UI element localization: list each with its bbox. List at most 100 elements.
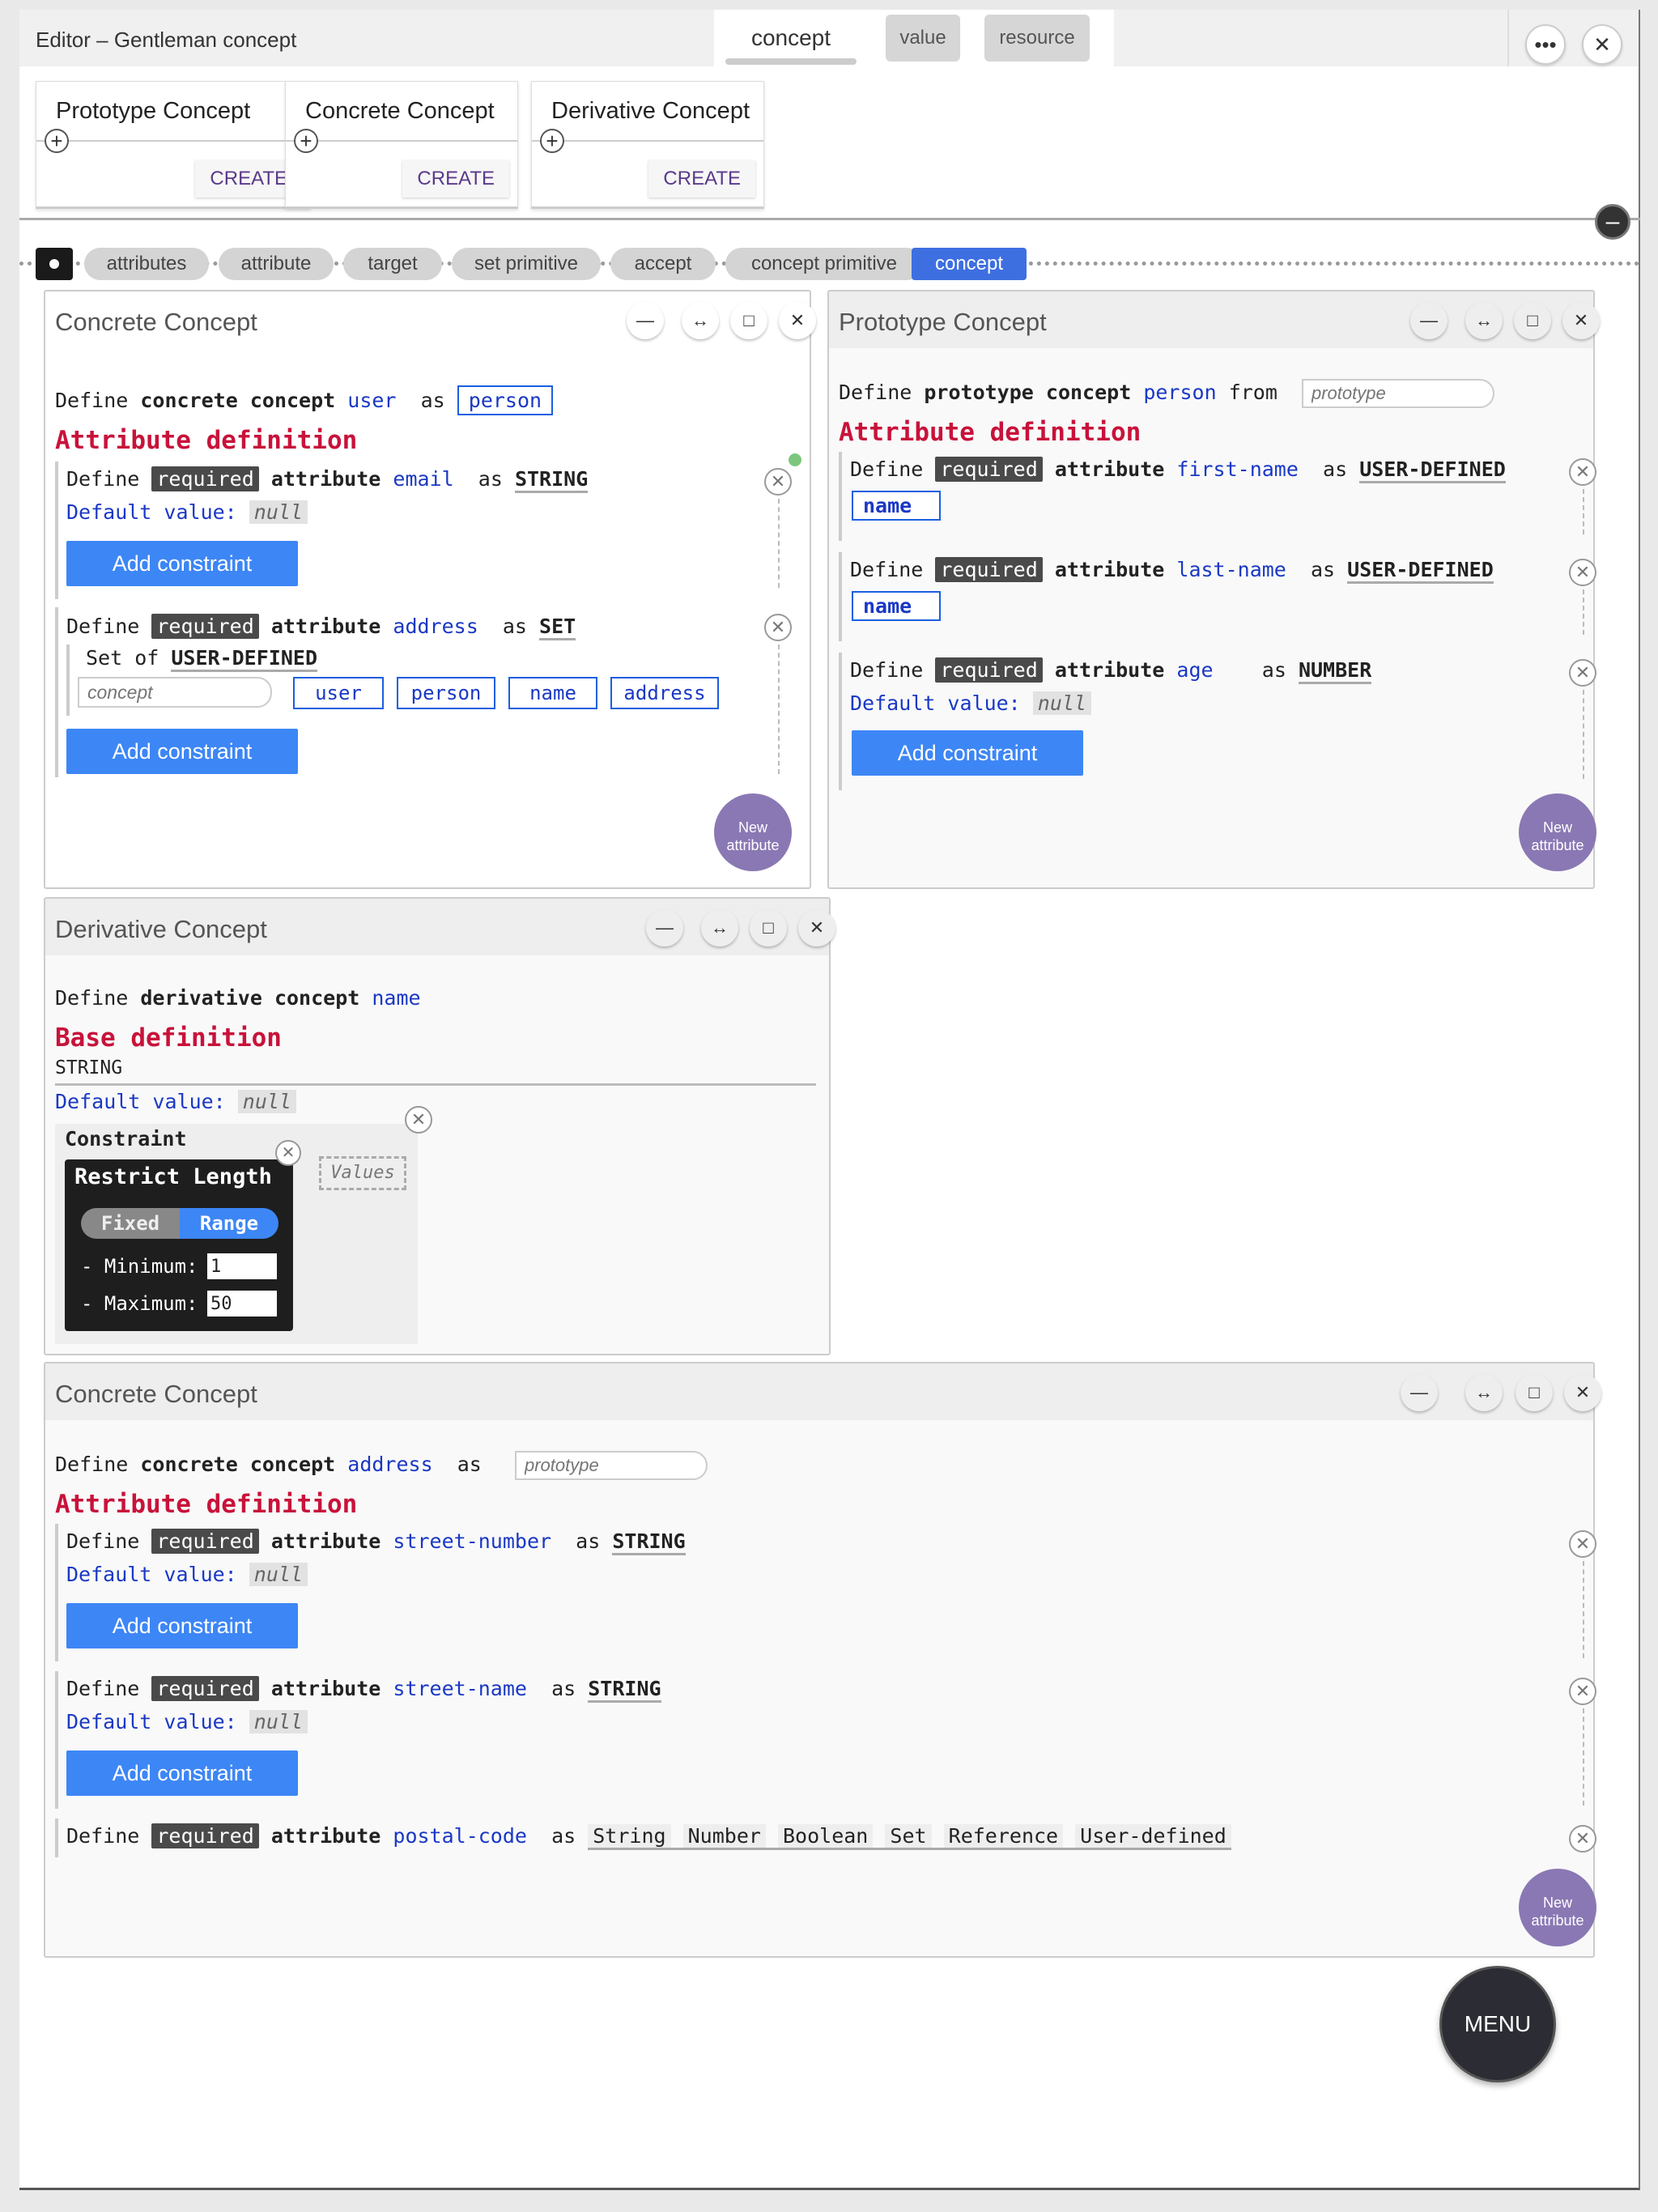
default-value[interactable]: null <box>1032 691 1091 715</box>
mode-range-toggle[interactable]: Range <box>180 1208 278 1239</box>
create-derivative-button[interactable]: CREATE <box>648 160 755 198</box>
base-concept-reference[interactable]: person <box>457 385 554 415</box>
collapse-icon[interactable]: – <box>1595 204 1630 240</box>
default-value[interactable]: null <box>237 1090 296 1113</box>
create-concrete-button[interactable]: CREATE <box>402 160 509 198</box>
default-value[interactable]: null <box>249 1563 308 1586</box>
add-constraint-button[interactable]: Add constraint <box>66 541 298 586</box>
add-constraint-button[interactable]: Add constraint <box>66 1750 298 1796</box>
tab-resource[interactable]: resource <box>984 15 1090 62</box>
reference-name[interactable]: name <box>852 591 941 621</box>
concept-name[interactable]: person <box>1143 381 1216 404</box>
remove-attribute-icon[interactable]: ✕ <box>764 614 792 641</box>
attribute-type[interactable]: USER-DEFINED <box>1359 457 1506 483</box>
remove-attribute-icon[interactable]: ✕ <box>1569 1678 1596 1705</box>
required-tag[interactable]: required <box>935 457 1043 482</box>
maximize-button[interactable]: □ <box>750 909 787 946</box>
base-type[interactable]: STRING <box>55 1057 122 1078</box>
breadcrumb-target[interactable]: target <box>343 248 442 280</box>
remove-constraint-icon[interactable]: ✕ <box>275 1140 301 1166</box>
type-option-set[interactable]: Set <box>885 1824 932 1848</box>
required-tag[interactable]: required <box>151 1529 259 1554</box>
close-panel-button[interactable]: ✕ <box>1562 302 1600 339</box>
remove-attribute-icon[interactable]: ✕ <box>1569 659 1596 687</box>
attribute-name[interactable]: street-number <box>393 1529 551 1553</box>
more-options-button[interactable]: ••• <box>1525 24 1566 65</box>
remove-attribute-icon[interactable]: ✕ <box>1569 1530 1596 1558</box>
attribute-type[interactable]: SET <box>539 615 576 640</box>
required-tag[interactable]: required <box>151 466 259 491</box>
expand-button[interactable]: ↔ <box>1465 1374 1503 1411</box>
concept-name[interactable]: user <box>347 389 396 412</box>
breadcrumb-accept[interactable]: accept <box>610 248 716 280</box>
mode-fixed-toggle[interactable]: Fixed <box>81 1208 180 1239</box>
breadcrumb-set-primitive[interactable]: set primitive <box>452 248 601 280</box>
required-tag[interactable]: required <box>151 614 259 639</box>
type-option-reference[interactable]: Reference <box>943 1824 1064 1848</box>
prototype-input[interactable] <box>515 1451 708 1480</box>
expand-button[interactable]: ↔ <box>682 302 719 339</box>
concept-name[interactable]: address <box>347 1453 432 1476</box>
attribute-name[interactable]: address <box>393 615 478 638</box>
attribute-type[interactable]: STRING <box>514 467 589 493</box>
required-tag[interactable]: required <box>935 657 1043 683</box>
concept-option-address[interactable]: address <box>610 677 719 709</box>
plus-icon[interactable]: + <box>294 129 318 153</box>
attribute-type[interactable]: USER-DEFINED <box>1347 558 1494 584</box>
values-placeholder[interactable]: Values <box>319 1156 406 1190</box>
breadcrumb-concept[interactable]: concept <box>912 248 1027 280</box>
concept-option-name[interactable]: name <box>508 677 597 709</box>
expand-button[interactable]: ↔ <box>1465 302 1503 339</box>
reference-name[interactable]: name <box>852 491 941 521</box>
minimize-button[interactable]: — <box>1410 302 1448 339</box>
remove-constraint-icon[interactable]: ✕ <box>405 1106 432 1134</box>
breadcrumb-attributes[interactable]: attributes <box>84 248 209 280</box>
remove-attribute-icon[interactable]: ✕ <box>1569 1825 1596 1853</box>
prototype-input[interactable] <box>1302 379 1494 408</box>
type-option-number[interactable]: Number <box>682 1824 766 1848</box>
add-constraint-button[interactable]: Add constraint <box>66 729 298 774</box>
type-option-user-defined[interactable]: User-defined <box>1075 1824 1231 1848</box>
add-constraint-button[interactable]: Add constraint <box>852 730 1083 776</box>
new-attribute-button[interactable]: New attribute <box>1519 793 1596 871</box>
required-tag[interactable]: required <box>935 557 1043 582</box>
close-panel-button[interactable]: ✕ <box>779 302 816 339</box>
breadcrumb-concept-primitive[interactable]: concept primitive <box>725 248 923 280</box>
breadcrumb-attribute[interactable]: attribute <box>219 248 334 280</box>
close-editor-button[interactable]: ✕ <box>1582 24 1622 65</box>
maximum-input[interactable] <box>207 1291 277 1317</box>
close-panel-button[interactable]: ✕ <box>1564 1374 1601 1411</box>
attribute-name[interactable]: first-name <box>1176 457 1299 481</box>
type-option-boolean[interactable]: Boolean <box>778 1824 874 1848</box>
remove-attribute-icon[interactable]: ✕ <box>764 468 792 496</box>
remove-attribute-icon[interactable]: ✕ <box>1569 559 1596 586</box>
new-attribute-button[interactable]: New attribute <box>1519 1869 1596 1946</box>
new-attribute-button[interactable]: New attribute <box>714 793 792 871</box>
attribute-type[interactable]: STRING <box>588 1677 661 1703</box>
attribute-name[interactable]: last-name <box>1176 558 1286 581</box>
attribute-name[interactable]: email <box>393 467 453 491</box>
tab-concept[interactable]: concept <box>725 15 857 65</box>
attribute-type[interactable]: NUMBER <box>1298 658 1372 684</box>
set-type[interactable]: USER-DEFINED <box>171 646 317 672</box>
minimize-button[interactable]: — <box>1401 1374 1438 1411</box>
expand-button[interactable]: ↔ <box>701 909 738 946</box>
required-tag[interactable]: required <box>151 1676 259 1701</box>
breadcrumb-root[interactable] <box>36 248 73 280</box>
plus-icon[interactable]: + <box>45 129 69 153</box>
minimize-button[interactable]: — <box>646 909 683 946</box>
concept-option-person[interactable]: person <box>397 677 495 709</box>
plus-icon[interactable]: + <box>540 129 564 153</box>
attribute-name[interactable]: age <box>1176 658 1213 682</box>
attribute-name[interactable]: street-name <box>393 1677 527 1700</box>
close-panel-button[interactable]: ✕ <box>798 909 835 946</box>
menu-button[interactable]: MENU <box>1439 1966 1556 2082</box>
minimum-input[interactable] <box>207 1253 277 1279</box>
maximize-button[interactable]: □ <box>1514 302 1551 339</box>
type-option-string[interactable]: String <box>588 1824 671 1848</box>
default-value[interactable]: null <box>249 1710 308 1733</box>
attribute-name[interactable]: postal-code <box>393 1824 527 1848</box>
tab-value[interactable]: value <box>886 15 960 62</box>
attribute-type[interactable]: STRING <box>612 1529 686 1555</box>
required-tag[interactable]: required <box>151 1823 259 1848</box>
